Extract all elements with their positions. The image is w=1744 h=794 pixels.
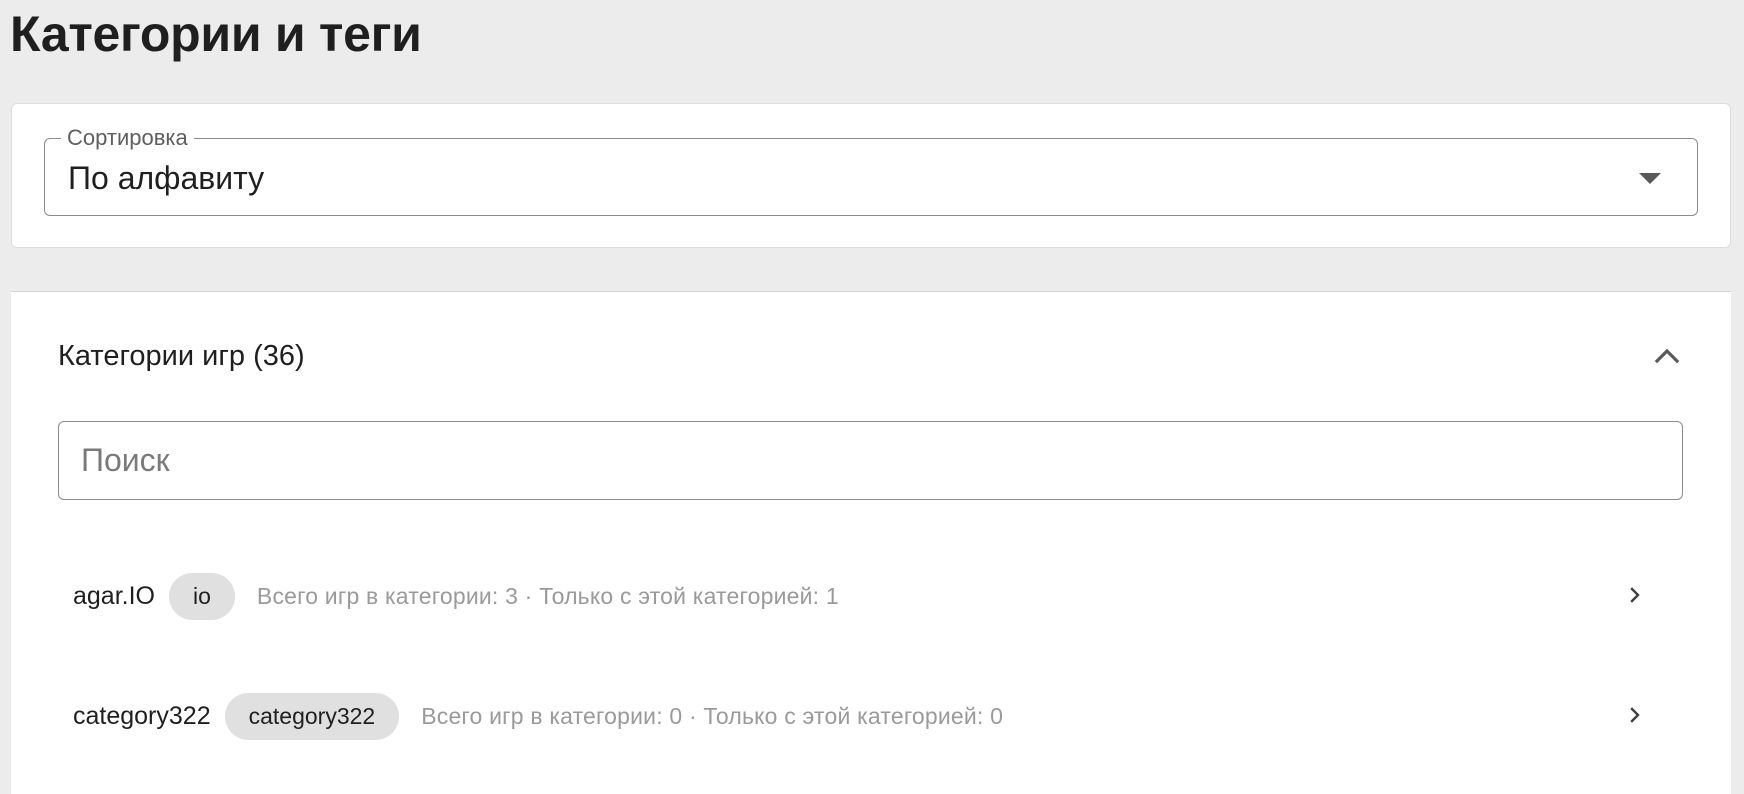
categories-section-header[interactable]: Категории игр (36) — [11, 292, 1731, 422]
category-row[interactable]: agar.IO io Всего игр в категории: 3 · То… — [58, 541, 1683, 651]
category-tag-chip: category322 — [224, 692, 400, 740]
category-tag-chip: io — [169, 572, 235, 620]
chevron-right-icon[interactable] — [1625, 585, 1645, 605]
category-search-input[interactable] — [58, 421, 1683, 500]
categories-panel: Категории игр (36) agar.IO io Всего игр … — [11, 291, 1731, 794]
caret-down-icon[interactable] — [1639, 173, 1661, 184]
category-name: agar.IO — [73, 581, 155, 610]
category-stats: Всего игр в категории: 3 · Только с этой… — [256, 582, 839, 609]
categories-section-title: Категории игр (36) — [58, 340, 305, 372]
category-row[interactable]: category322 category322 Всего игр в кате… — [58, 661, 1683, 771]
sort-select-value: По алфавиту — [68, 160, 265, 196]
category-name: category322 — [73, 701, 211, 730]
page-title: Категории и теги — [10, 6, 422, 62]
chevron-up-icon[interactable] — [1653, 342, 1681, 370]
page: Категории и теги Сортировка По алфавиту … — [0, 0, 1744, 794]
sort-select[interactable]: Сортировка По алфавиту — [44, 125, 1698, 216]
sort-card: Сортировка По алфавиту — [11, 103, 1731, 248]
chevron-right-icon[interactable] — [1625, 705, 1645, 725]
category-stats: Всего игр в категории: 0 · Только с этой… — [421, 702, 1004, 729]
sort-select-label: Сортировка — [61, 125, 194, 151]
